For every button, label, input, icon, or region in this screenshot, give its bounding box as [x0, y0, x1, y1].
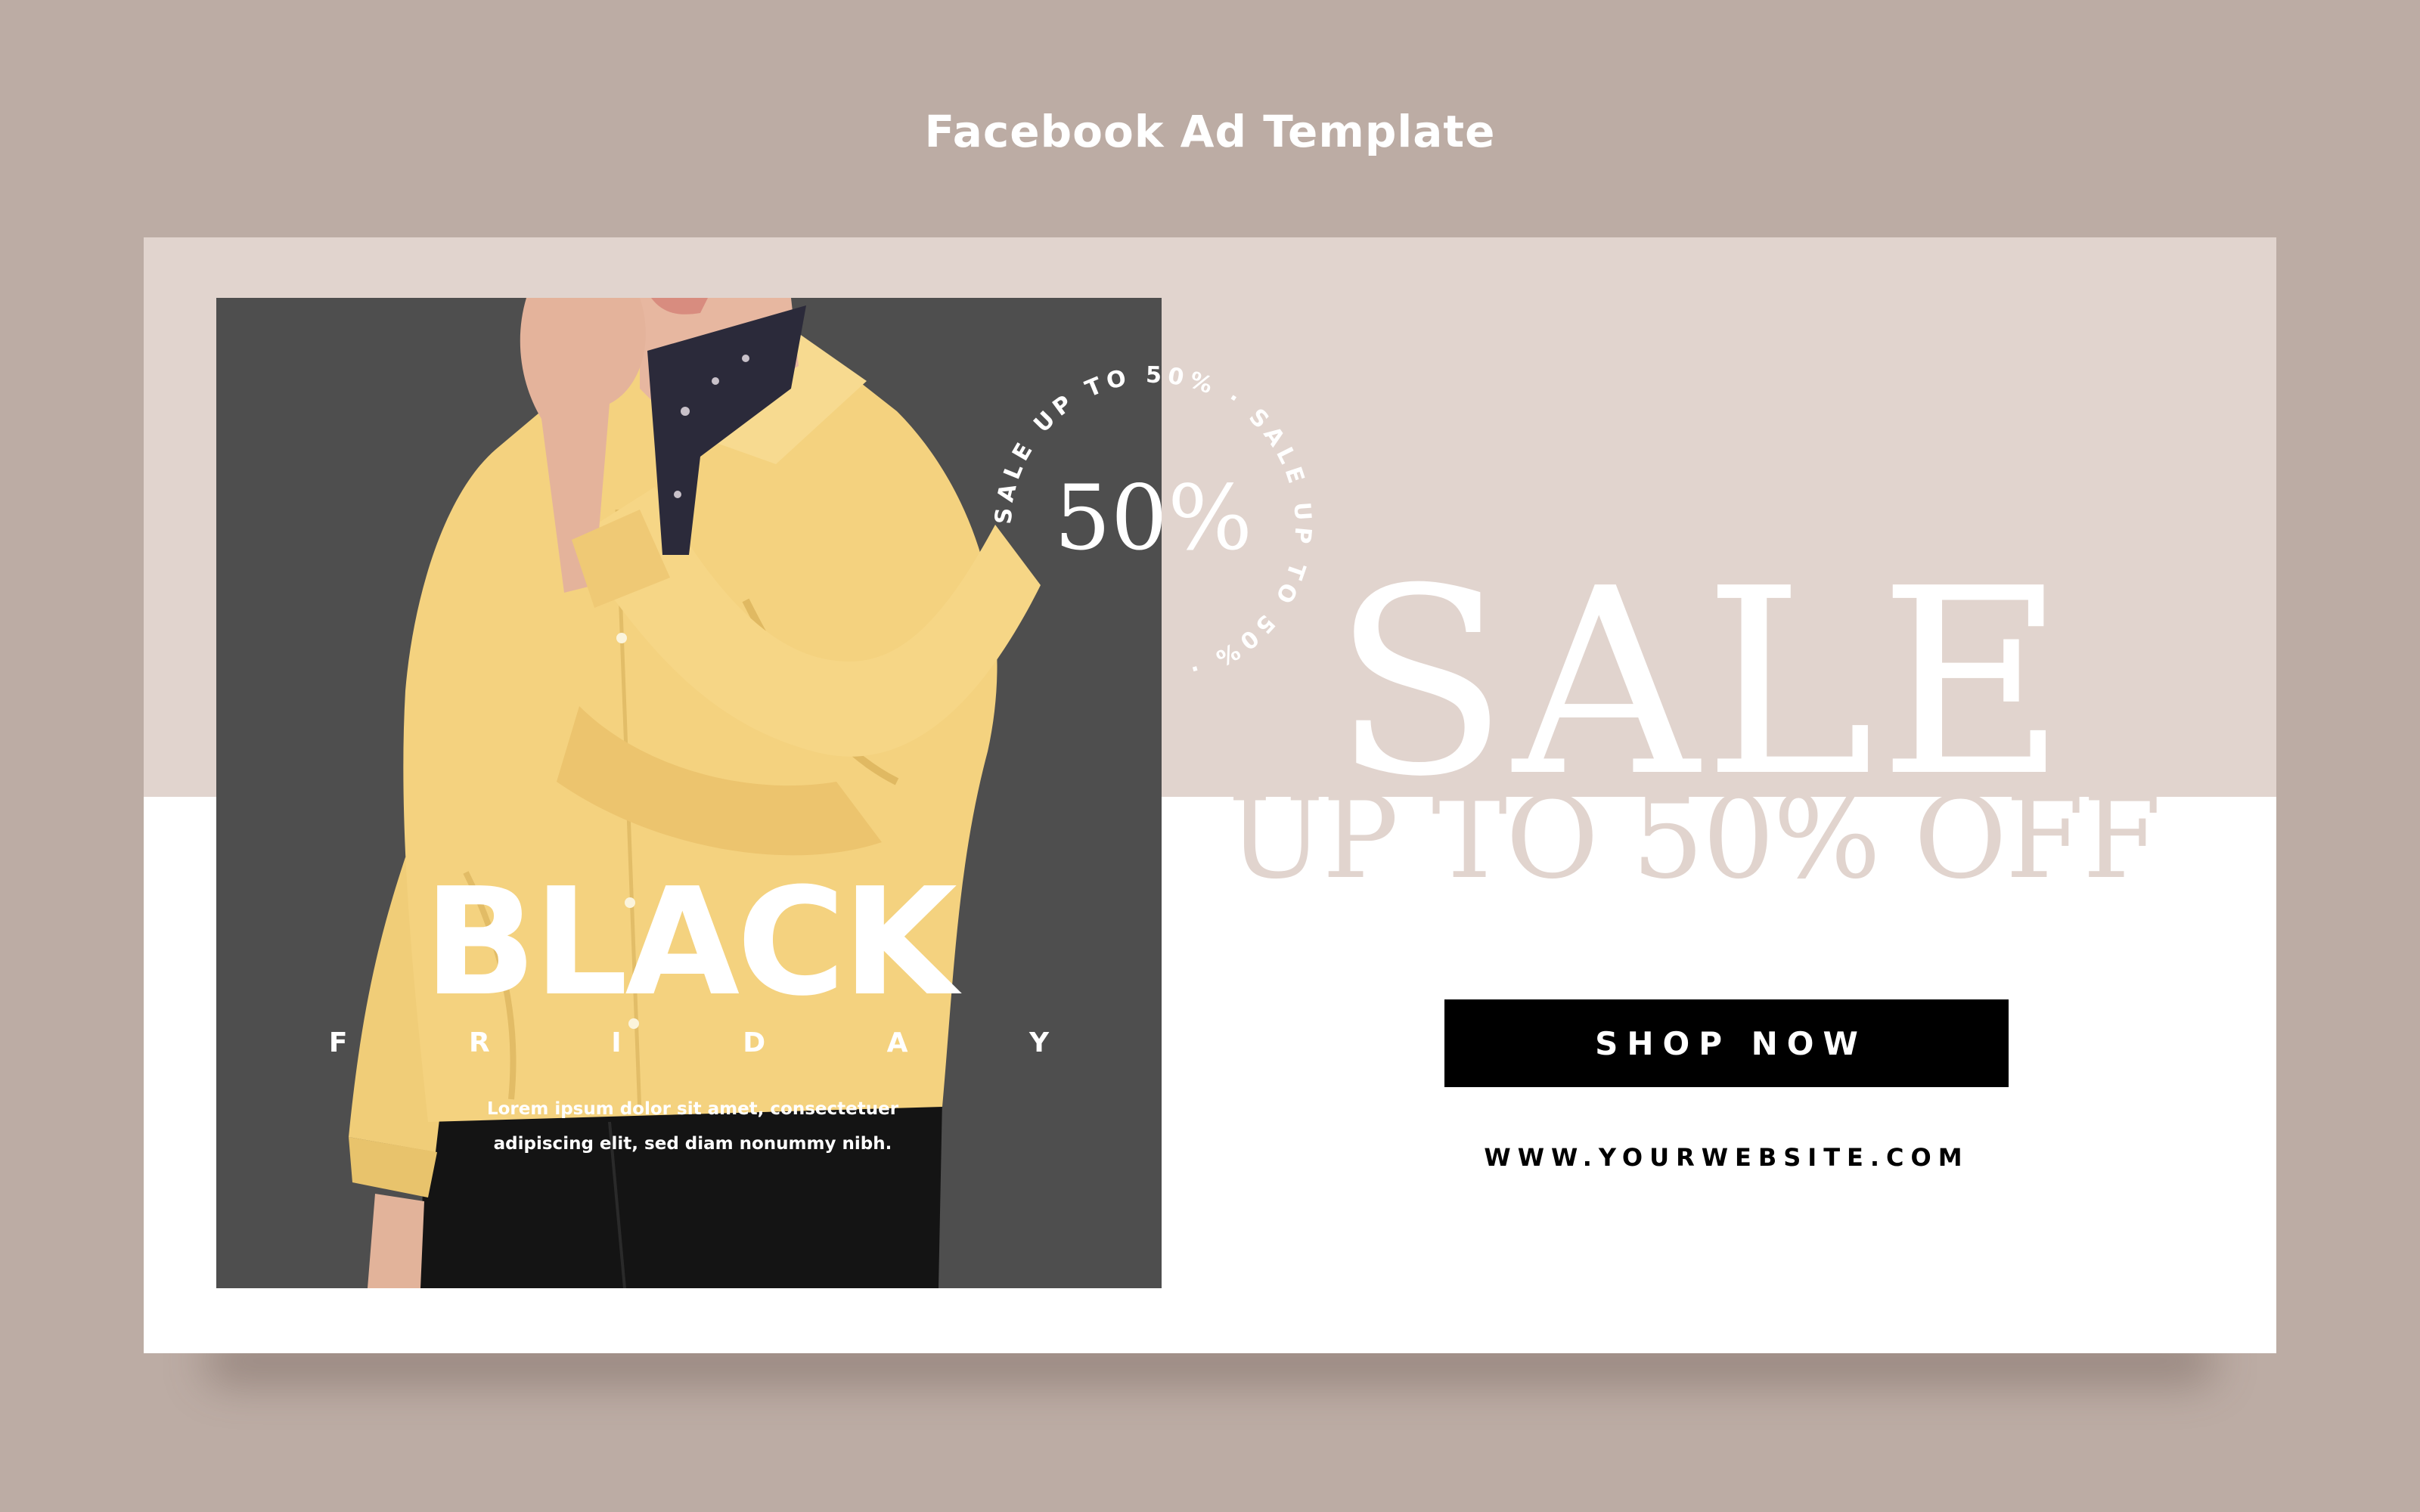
ad-banner: BLACK F R I D A Y Lorem ipsum dolor sit …: [144, 237, 2276, 1353]
page-title: Facebook Ad Template: [924, 106, 1496, 157]
badge-center-text: 50%: [1054, 466, 1252, 570]
body-copy: Lorem ipsum dolor sit amet, consectetuer…: [443, 1092, 942, 1161]
headline-friday: F R I D A Y: [328, 1027, 1106, 1058]
shop-now-button[interactable]: SHOP NOW: [1444, 999, 2009, 1087]
body-copy-line-2: adipiscing elit, sed diam nonummy nibh.: [493, 1134, 892, 1154]
sale-subtitle: UP TO 50% OFF: [1228, 773, 2161, 904]
headline-black: BLACK: [424, 857, 957, 1029]
body-copy-line-1: Lorem ipsum dolor sit amet, consectetuer: [486, 1099, 899, 1119]
discount-badge: SALE UP TO 50% · SALE UP TO 50% · 50%: [991, 362, 1311, 683]
website-link[interactable]: WWW.YOURWEBSITE.COM: [1369, 1143, 2084, 1172]
